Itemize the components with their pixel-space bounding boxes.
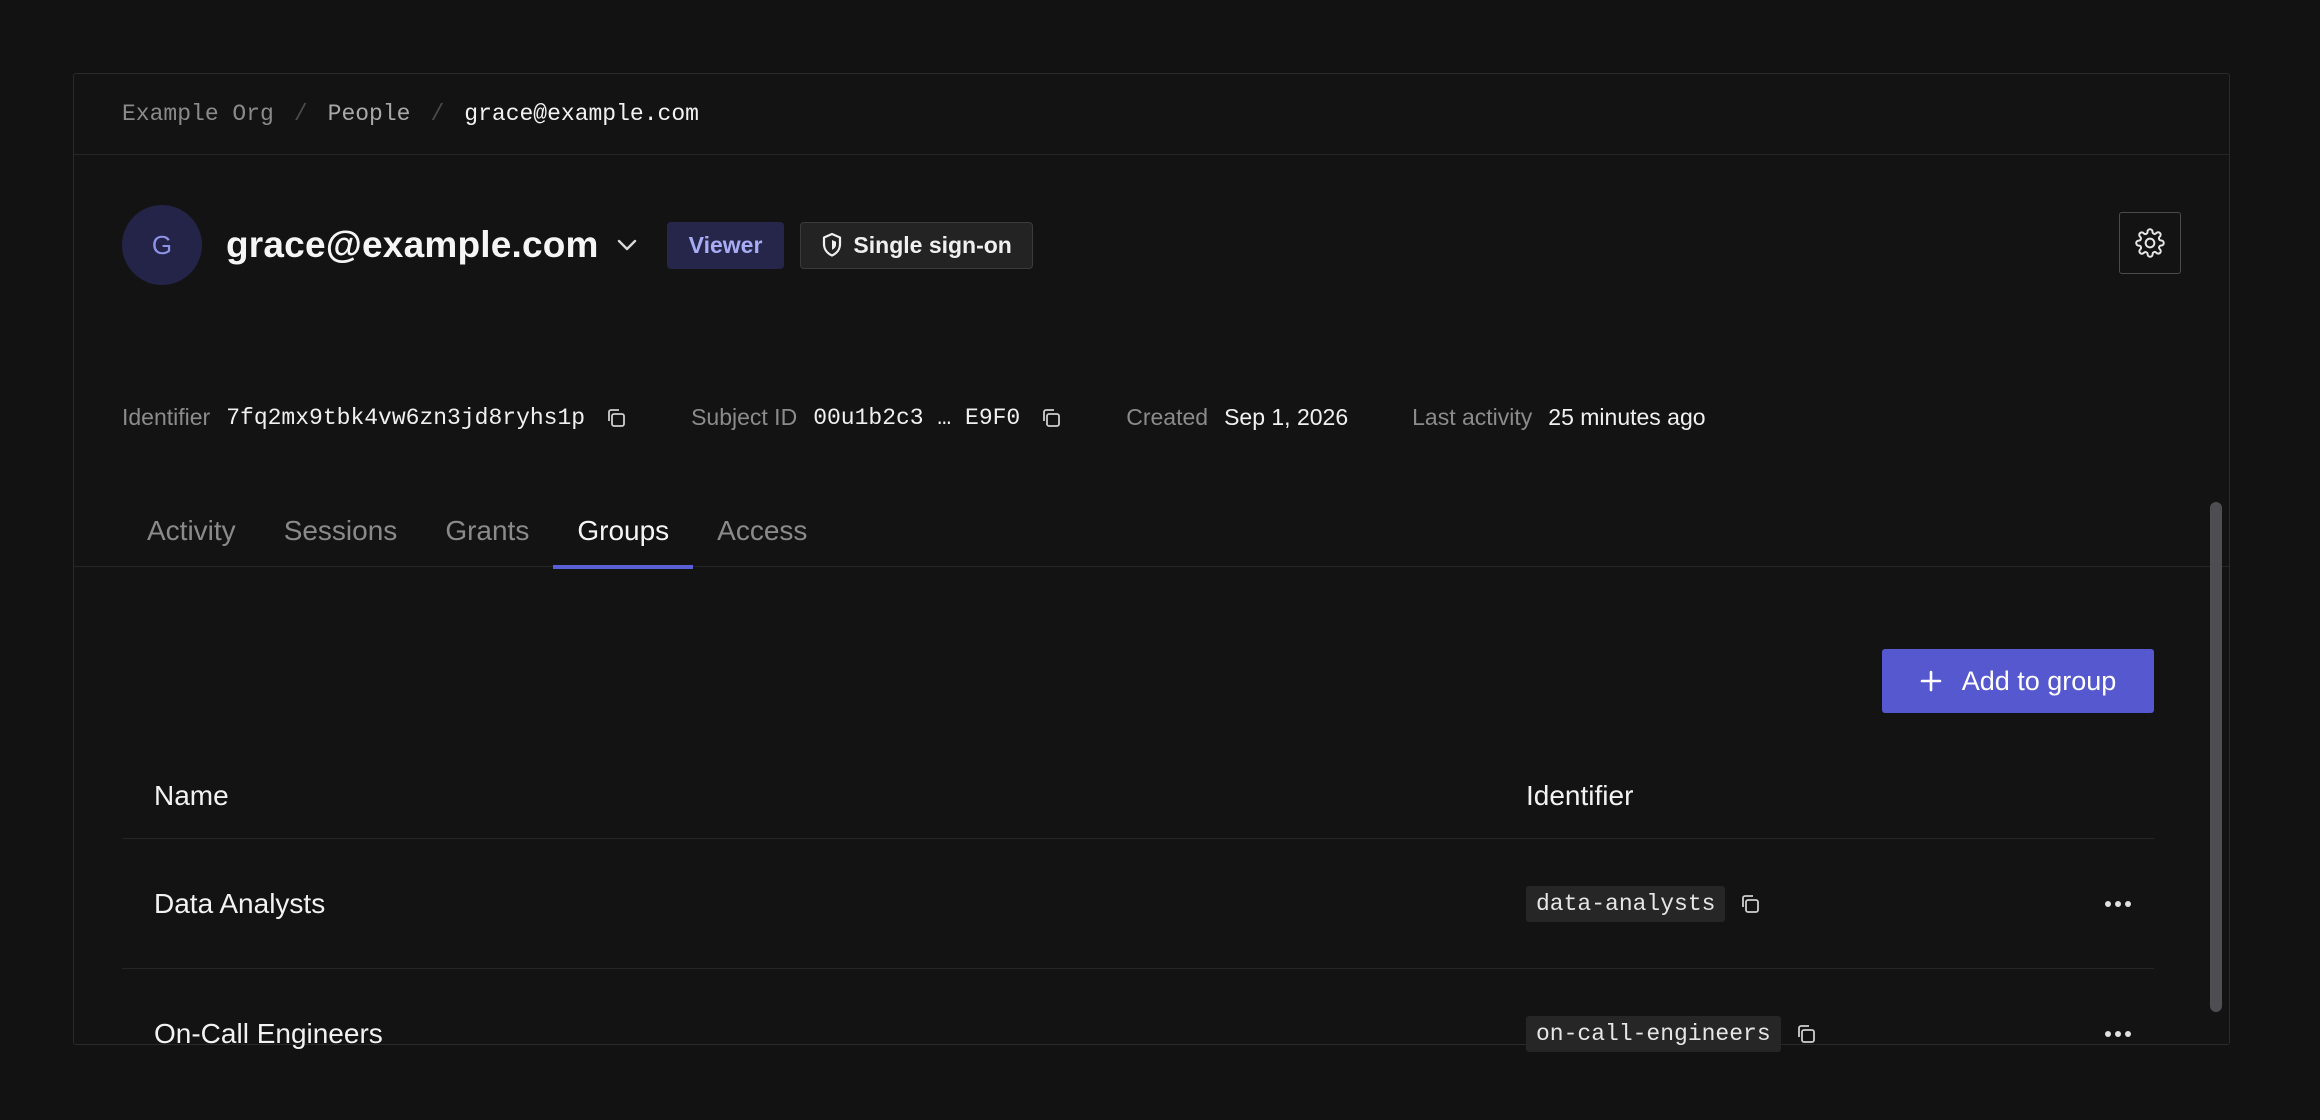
tab-grants[interactable]: Grants <box>421 494 553 567</box>
breadcrumb-separator: / <box>430 101 445 127</box>
table-header: Name Identifier <box>122 754 2154 839</box>
tab-sessions[interactable]: Sessions <box>260 494 422 567</box>
breadcrumb-separator: / <box>293 101 308 127</box>
tab-bar: Activity Sessions Grants Groups Access <box>74 494 2229 569</box>
breadcrumb: Example Org / People / grace@example.com <box>74 74 2229 155</box>
created-label: Created <box>1126 404 1209 430</box>
group-identifier-cell: on-call-engineers <box>1526 1016 1817 1052</box>
groups-content: Add to group Name Identifier Data Analys… <box>122 569 2154 1052</box>
column-header-identifier: Identifier <box>1526 780 1634 811</box>
column-header-name: Name <box>154 780 229 811</box>
copy-icon[interactable] <box>605 407 627 429</box>
table-row[interactable]: Data Analysts data-analysts <box>122 839 2154 969</box>
more-horizontal-icon[interactable] <box>2104 1030 2132 1038</box>
group-identifier: data-analysts <box>1526 885 1726 922</box>
last-activity-value: 25 minutes ago <box>1548 404 1706 430</box>
sso-badge-label: Single sign-on <box>853 231 1012 258</box>
tab-activity[interactable]: Activity <box>147 494 260 567</box>
group-identifier: on-call-engineers <box>1526 1016 1781 1052</box>
breadcrumb-current: grace@example.com <box>464 101 699 127</box>
scrollbar[interactable] <box>2210 502 2222 1012</box>
subject-id-value: 00u1b2c3 … E9F0 <box>813 404 1021 431</box>
last-activity-label: Last activity <box>1412 404 1533 430</box>
copy-icon[interactable] <box>1795 1023 1817 1045</box>
breadcrumb-org[interactable]: Example Org <box>122 101 274 127</box>
created-value: Sep 1, 2026 <box>1224 404 1349 430</box>
more-horizontal-icon[interactable] <box>2104 900 2132 908</box>
page-title: grace@example.com <box>226 224 599 265</box>
breadcrumb-people[interactable]: People <box>328 101 411 127</box>
gear-icon <box>2135 228 2165 258</box>
user-detail-panel: Example Org / People / grace@example.com… <box>73 73 2230 1052</box>
user-metadata: Identifier 7fq2mx9tbk4vw6zn3jd8ryhs1p Su… <box>122 404 1706 431</box>
group-name[interactable]: Data Analysts <box>154 888 325 920</box>
shield-icon <box>823 232 842 257</box>
settings-button[interactable] <box>2119 212 2181 274</box>
identifier-label: Identifier <box>122 404 211 430</box>
copy-icon[interactable] <box>1040 407 1062 429</box>
plus-icon <box>1920 670 1941 692</box>
sso-badge: Single sign-on <box>800 221 1033 269</box>
add-to-group-label: Add to group <box>1961 665 2117 696</box>
groups-table: Name Identifier Data Analysts data-analy… <box>122 754 2154 1099</box>
tab-groups[interactable]: Groups <box>553 494 694 569</box>
group-name[interactable]: On-Call Engineers <box>154 1018 383 1050</box>
subject-id-label: Subject ID <box>691 404 798 430</box>
user-header: G grace@example.com Viewer Single sign-o… <box>122 204 2181 286</box>
role-badge: Viewer <box>666 221 785 269</box>
copy-icon[interactable] <box>1739 893 1761 915</box>
identifier-value: 7fq2mx9tbk4vw6zn3jd8ryhs1p <box>226 404 586 431</box>
tab-access[interactable]: Access <box>693 494 831 567</box>
add-to-group-button[interactable]: Add to group <box>1882 649 2154 713</box>
chevron-down-icon[interactable] <box>613 231 641 259</box>
table-row[interactable]: On-Call Engineers on-call-engineers <box>122 969 2154 1099</box>
avatar: G <box>122 205 202 285</box>
group-identifier-cell: data-analysts <box>1526 885 1761 922</box>
